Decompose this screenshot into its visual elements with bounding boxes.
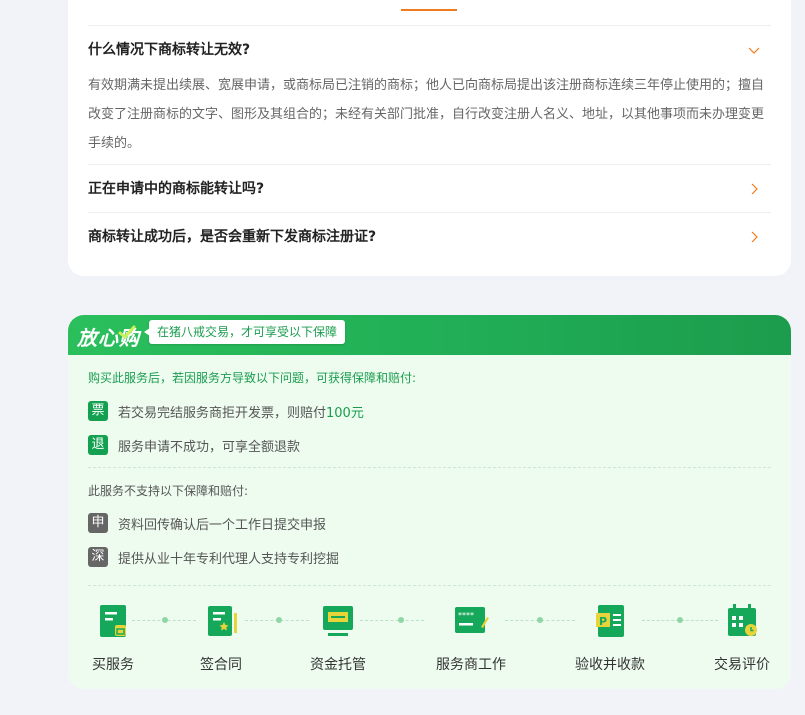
invoice-badge: 票 (88, 401, 108, 421)
step-accept-payment: P 验收并收款 (573, 603, 647, 674)
step-trade-review: 交易评价 (712, 603, 772, 674)
guarantee-card: 放心购 在猪八戒交易，才可享受以下保障 购买此服务后，若因服务方导致以下问题，可… (68, 315, 791, 689)
trade-review-icon (728, 604, 757, 636)
step-connector-dot (276, 617, 282, 623)
faq-item-2[interactable]: 正在申请中的商标能转让吗? (88, 179, 771, 199)
step-fund-escrow: 资金托管 (308, 603, 368, 674)
faq-item-1[interactable]: 什么情况下商标转让无效? 有效期满未提出续展、宽展申请，或商标局已注销的商标；他… (88, 40, 771, 158)
step-connector (360, 620, 424, 621)
compensation-amount: 100元 (326, 405, 364, 421)
unsupported-title: 此服务不支持以下保障和赔付: (88, 484, 249, 498)
guarantee-text: 若交易完结服务商拒开发票，则赔付100元 (118, 402, 364, 421)
faq-card: 什么情况下商标转让无效? 有效期满未提出续展、宽展申请，或商标局已注销的商标；他… (68, 0, 791, 276)
step-label: 买服务 (92, 657, 134, 673)
step-connector-dot (537, 617, 543, 623)
chevron-down-icon[interactable] (747, 43, 761, 57)
accept-payment-icon: P (596, 605, 624, 637)
step-label: 交易评价 (714, 657, 770, 673)
chevron-right-icon[interactable] (747, 230, 761, 244)
faq-question[interactable]: 什么情况下商标转让无效? (88, 40, 771, 60)
unsupported-text: 提供从业十年专利代理人支持专利挖掘 (118, 551, 340, 567)
declare-badge: 申 (88, 513, 108, 533)
svg-text:P: P (599, 615, 607, 628)
step-label: 服务商工作 (436, 657, 506, 673)
faq-item-3[interactable]: 商标转让成功后，是否会重新下发商标注册证? (88, 227, 771, 247)
faq-question[interactable]: 商标转让成功后，是否会重新下发商标注册证? (88, 227, 771, 247)
faq-answer: 有效期满未提出续展、宽展申请，或商标局已注销的商标；他人已向商标局提出该注册商标… (88, 78, 765, 151)
unsupported-item: 深 提供从业十年专利代理人支持专利挖掘 (88, 547, 339, 567)
divider (88, 25, 771, 26)
unsupported-item: 申 资料回传确认后一个工作日提交申报 (88, 513, 326, 533)
process-steps: 买服务 签合同 资金托管 **** 服务商工作 P 验收并收款 交易评价 (68, 603, 791, 673)
divider (88, 164, 771, 165)
step-sign-contract: 签合同 (196, 603, 246, 674)
guarantee-text-main: 若交易完结服务商拒开发票，则赔付 (118, 405, 327, 421)
divider (88, 585, 771, 586)
svg-text:****: **** (458, 611, 474, 620)
provider-work-icon: **** (455, 607, 489, 633)
fund-escrow-icon (323, 606, 353, 636)
divider (88, 467, 771, 468)
guarantee-item: 票 若交易完结服务商拒开发票，则赔付100元 (88, 401, 364, 421)
step-label: 签合同 (200, 657, 242, 673)
step-buy-service: 买服务 (88, 603, 138, 674)
step-label: 资金托管 (310, 657, 366, 673)
active-tab-indicator (401, 9, 457, 11)
deep-badge: 深 (88, 547, 108, 567)
step-label: 验收并收款 (575, 657, 645, 673)
step-provider-work: **** 服务商工作 (433, 603, 509, 674)
guarantee-text: 服务申请不成功，可享全额退款 (118, 439, 301, 455)
step-connector-dot (162, 617, 168, 623)
check-icon (118, 325, 136, 340)
guarantee-header: 放心购 在猪八戒交易，才可享受以下保障 (68, 315, 791, 355)
sign-contract-icon (208, 606, 237, 636)
unsupported-text: 资料回传确认后一个工作日提交申报 (118, 517, 327, 533)
guarantee-intro: 购买此服务后，若因服务方导致以下问题，可获得保障和赔付: (88, 371, 417, 385)
faq-question[interactable]: 正在申请中的商标能转让吗? (88, 179, 771, 199)
step-connector-dot (677, 617, 683, 623)
chevron-right-icon[interactable] (747, 182, 761, 196)
step-connector-dot (398, 617, 404, 623)
guarantee-item: 退 服务申请不成功，可享全额退款 (88, 435, 300, 455)
guarantee-slogan: 在猪八戒交易，才可享受以下保障 (143, 320, 346, 344)
refund-badge: 退 (88, 435, 108, 455)
divider (88, 212, 771, 213)
buy-service-icon (100, 605, 126, 637)
